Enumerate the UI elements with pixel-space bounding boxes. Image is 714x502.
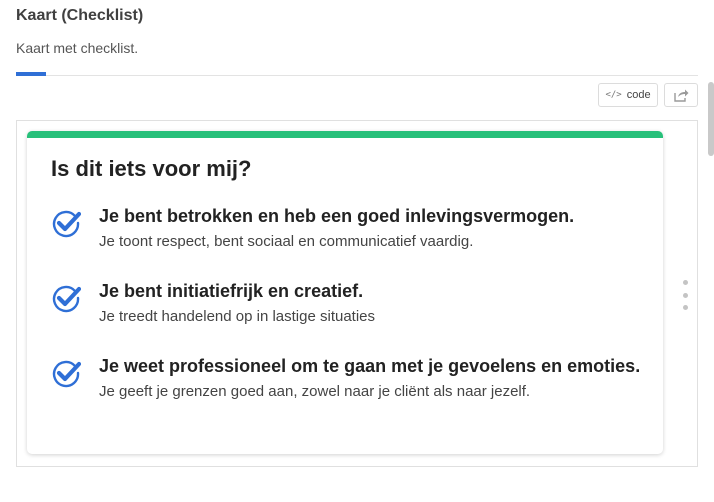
checklist-item: Je weet professioneel om te gaan met je … <box>51 354 641 402</box>
checklist-item-description: Je geeft je grenzen goed aan, zowel naar… <box>99 383 531 400</box>
checklist-item-description: Je toont respect, bent sociaal en commun… <box>99 233 474 250</box>
share-icon <box>674 89 689 102</box>
check-circle-icon <box>52 285 81 313</box>
checklist-item-heading: Je bent betrokken en heb een goed inlevi… <box>99 206 575 226</box>
page-subtitle: Kaart met checklist. <box>16 40 139 56</box>
checklist-item-description: Je treedt handelend op in lastige situat… <box>99 308 376 325</box>
checklist-card: Is dit iets voor mij? Je bent betrokken … <box>27 131 663 454</box>
checklist-item-heading: Je weet professioneel om te gaan met je … <box>99 356 641 376</box>
scrollbar[interactable] <box>708 82 714 156</box>
card-title: Is dit iets voor mij? <box>51 156 252 181</box>
check-circle-icon <box>52 210 81 238</box>
checklist-item-heading: Je bent initiatiefrijk en creatief. <box>99 281 364 301</box>
checklist-item: Je bent initiatiefrijk en creatief. Je t… <box>51 279 641 327</box>
drag-handle[interactable] <box>680 280 690 310</box>
checklist-item: Je bent betrokken en heb een goed inlevi… <box>51 204 641 252</box>
drag-dot <box>682 292 688 298</box>
tab-indicator <box>16 72 46 76</box>
divider <box>46 75 698 76</box>
drag-dot <box>682 305 688 310</box>
check-circle-icon <box>52 360 81 388</box>
page-title: Kaart (Checklist) <box>16 7 144 24</box>
code-button-label: code <box>626 89 651 101</box>
card-accent-bar <box>27 131 663 138</box>
code-icon: </> <box>605 90 622 100</box>
drag-dot <box>682 280 688 285</box>
code-button[interactable]: </> code <box>598 83 658 107</box>
share-button[interactable] <box>664 83 698 107</box>
